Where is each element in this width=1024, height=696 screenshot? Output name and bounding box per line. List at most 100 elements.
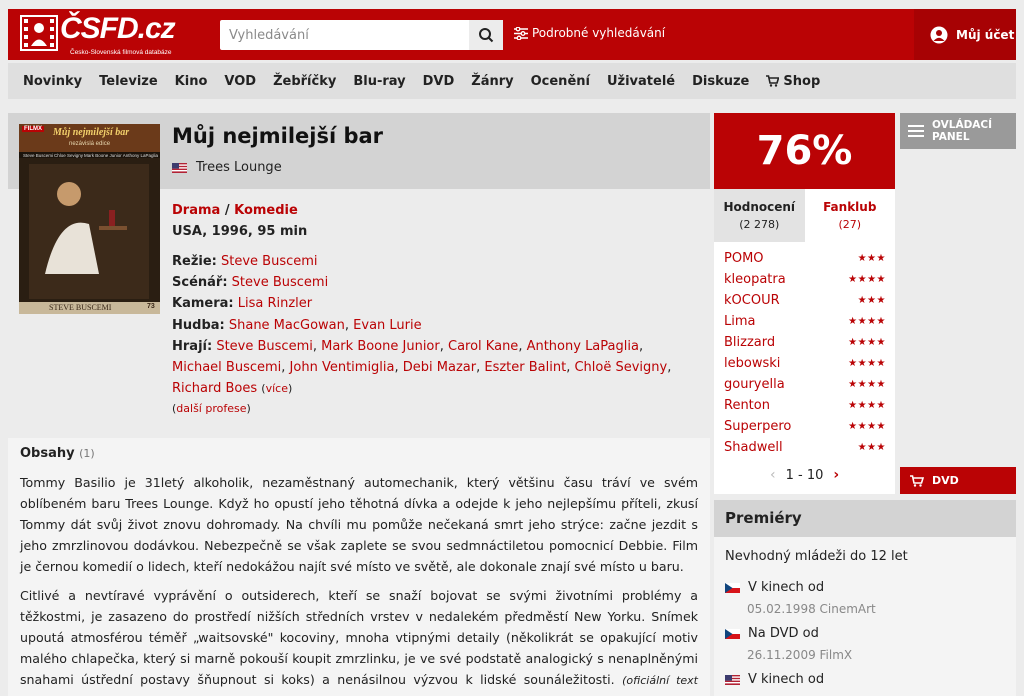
rating-row[interactable]: Shadwell ★★★	[724, 440, 886, 455]
rating-row[interactable]: kOCOUR ★★★	[724, 293, 886, 308]
account-button[interactable]: Můj účet	[914, 9, 1016, 60]
plot-paragraph: Tommy Basilio je 31letý alkoholik, nezam…	[20, 475, 698, 574]
actor-link[interactable]: Eszter Balint	[484, 360, 566, 375]
chevron-right-icon[interactable]: ›	[833, 467, 839, 483]
nav-item-dvd[interactable]: DVD	[423, 74, 455, 89]
nav-item-televize[interactable]: Televize	[99, 74, 158, 89]
premiere-detail: 05.02.1998 CinemArt	[747, 602, 876, 616]
actor-link[interactable]: Carol Kane	[448, 339, 518, 354]
chevron-left-icon[interactable]: ‹	[770, 467, 776, 483]
premieres-title: Premiéry	[725, 509, 802, 527]
rating-row[interactable]: Renton ★★★★	[724, 398, 886, 413]
original-title: Trees Lounge	[172, 160, 282, 175]
film-strip-icon	[20, 15, 58, 51]
creator-link[interactable]: Steve Buscemi	[221, 254, 318, 269]
rating-score: 76%	[714, 113, 895, 189]
actor-link[interactable]: Mark Boone Junior	[321, 339, 440, 354]
actor-link[interactable]: Chloë Sevigny	[574, 360, 667, 375]
advanced-search-link[interactable]: Podrobné vyhledávání	[514, 26, 665, 40]
nav-item-vod[interactable]: VOD	[224, 74, 256, 89]
nav-item-zanry[interactable]: Žánry	[471, 74, 513, 89]
plot-section: Obsahy (1) Tommy Basilio je 31letý alkoh…	[8, 438, 710, 696]
premiere-item: V kinech od	[725, 580, 824, 595]
poster-title: Můj nejmilejší bar	[53, 127, 130, 138]
poster-cast-name: Mark Boone Junior	[83, 153, 122, 158]
stars-icon: ★★★★	[848, 400, 886, 411]
search-input[interactable]	[220, 20, 468, 50]
rating-user: POMO	[724, 251, 764, 266]
plot-title: Obsahy	[20, 446, 75, 461]
more-professions-link[interactable]: další profese	[176, 402, 246, 415]
nav-item-kino[interactable]: Kino	[175, 74, 208, 89]
rating-row[interactable]: lebowski ★★★★	[724, 356, 886, 371]
actor-link[interactable]: John Ventimiglia	[290, 360, 395, 375]
sliders-icon	[514, 26, 528, 40]
control-panel-button[interactable]: OVLÁDACÍ PANEL	[900, 113, 1016, 149]
actor-link[interactable]: Richard Boes	[172, 381, 257, 396]
dvd-label: DVD	[932, 474, 959, 487]
tab-fanclub-label: Fanklub	[823, 200, 877, 214]
premiere-item: V kinech od	[725, 672, 824, 687]
rating-user: Renton	[724, 398, 770, 413]
stars-icon: ★★★	[857, 442, 886, 453]
poster-director: STEVE BUSCEMI	[49, 303, 112, 312]
plot-paragraph-2: Citlivé a nevtíravé vyprávění o outsider…	[20, 585, 698, 696]
creator-link[interactable]: Steve Buscemi	[232, 275, 329, 290]
us-flag-icon	[172, 162, 187, 173]
creator-link[interactable]: Lisa Rinzler	[238, 296, 312, 311]
genre-link[interactable]: Komedie	[234, 203, 298, 218]
plot-count: (1)	[79, 447, 95, 460]
user-icon	[930, 26, 948, 43]
creator-label: Režie:	[172, 254, 217, 269]
genre-separator: /	[224, 203, 230, 218]
actor-link[interactable]: Anthony LaPaglia	[527, 339, 639, 354]
nav-item-oceneni[interactable]: Ocenění	[531, 74, 590, 89]
film-poster[interactable]: FILMX Můj nejmilejší bar nezávislá edice…	[19, 124, 160, 314]
cz-flag-icon	[725, 628, 740, 639]
premiere-detail: 26.11.2009 FilmX	[747, 648, 853, 662]
creator-label: Hrají:	[172, 338, 213, 354]
rating-tabs: Hodnocení (2 278) Fanklub (27)	[714, 189, 895, 242]
cart-icon	[910, 474, 924, 487]
nav-item-novinky[interactable]: Novinky	[23, 74, 82, 89]
nav-item-zebricky[interactable]: Žebříčky	[273, 74, 336, 89]
film-creators: Režie: Steve Buscemi Scénář: Steve Busce…	[172, 251, 682, 399]
nav-item-shop[interactable]: Shop	[766, 74, 837, 89]
actor-link[interactable]: Debi Mazar	[403, 360, 476, 375]
search-button[interactable]	[469, 20, 503, 50]
actor-link[interactable]: Michael Buscemi	[172, 360, 281, 375]
rating-row[interactable]: Superpero ★★★★	[724, 419, 886, 434]
rating-user: Superpero	[724, 419, 792, 434]
pager-range: 1 - 10	[785, 467, 824, 483]
stars-icon: ★★★	[857, 295, 886, 306]
site-header: ČSFD.cz Česko-Slovenská filmová databáze…	[8, 9, 1016, 60]
creator-link[interactable]: Evan Lurie	[353, 318, 421, 333]
control-panel-label: OVLÁDACÍ PANEL	[932, 119, 992, 143]
search-icon	[479, 28, 494, 43]
site-logo[interactable]: ČSFD.cz Česko-Slovenská filmová databáze	[20, 12, 190, 56]
film-genres: Drama / Komedie	[172, 203, 298, 218]
genre-link[interactable]: Drama	[172, 203, 220, 218]
stars-icon: ★★★★	[848, 316, 886, 327]
nav-item-shop-label: Shop	[783, 73, 821, 89]
age-rating: Nevhodný mládeži do 12 let	[725, 549, 908, 564]
rating-row[interactable]: Lima ★★★★	[724, 314, 886, 329]
dvd-shop-button[interactable]: DVD	[900, 467, 1016, 494]
us-flag-icon	[725, 674, 740, 685]
nav-item-uzivatele[interactable]: Uživatelé	[607, 74, 675, 89]
more-actors-link[interactable]: více	[266, 382, 288, 395]
nav-item-bluray[interactable]: Blu-ray	[353, 74, 405, 89]
creator-label: Scénář:	[172, 275, 228, 291]
rating-row[interactable]: Blizzard ★★★★	[724, 335, 886, 350]
rating-user: Blizzard	[724, 335, 776, 350]
actor-link[interactable]: Steve Buscemi	[216, 339, 313, 354]
rating-row[interactable]: POMO ★★★	[724, 251, 886, 266]
rating-user: Lima	[724, 314, 756, 329]
stars-icon: ★★★★	[848, 337, 886, 348]
creator-link[interactable]: Shane MacGowan	[229, 318, 345, 333]
rating-row[interactable]: kleopatra ★★★★	[724, 272, 886, 287]
nav-item-diskuze[interactable]: Diskuze	[692, 74, 749, 89]
rating-row[interactable]: gouryella ★★★★	[724, 377, 886, 392]
tab-ratings[interactable]: Hodnocení (2 278)	[714, 189, 805, 242]
tab-fanclub[interactable]: Fanklub (27)	[805, 189, 896, 242]
